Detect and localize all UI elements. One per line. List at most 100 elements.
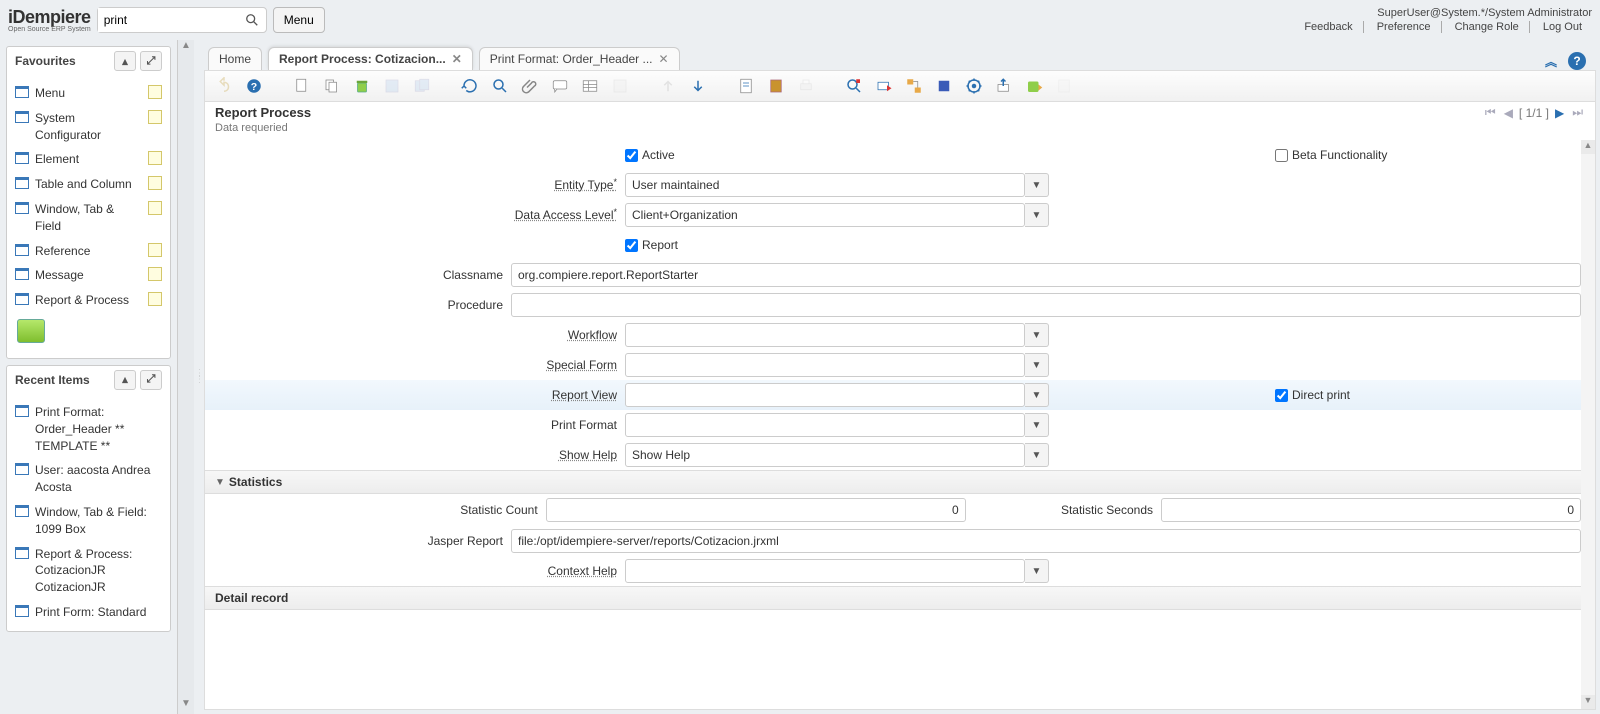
rec-item[interactable]: Print Format: Order_Header ** TEMPLATE *… xyxy=(15,400,162,458)
jr-label: Jasper Report xyxy=(205,534,511,548)
next-record-icon[interactable]: ▶ xyxy=(1553,106,1566,120)
chat-icon[interactable] xyxy=(549,75,571,97)
scroll-up-icon[interactable]: ▲ xyxy=(178,40,194,56)
active-checkbox[interactable]: Active xyxy=(625,148,675,162)
ch-input[interactable] xyxy=(625,559,1025,583)
request-icon[interactable] xyxy=(873,75,895,97)
dropdown-icon[interactable]: ▼ xyxy=(1025,383,1049,407)
rec-item[interactable]: Report & Process: CotizacionJR Cotizacio… xyxy=(15,542,162,600)
import-icon[interactable] xyxy=(1023,75,1045,97)
archive-icon[interactable] xyxy=(765,75,787,97)
entity-type-input[interactable] xyxy=(625,173,1025,197)
grid-icon[interactable] xyxy=(579,75,601,97)
tab-print-format[interactable]: Print Format: Order_Header ...✕ xyxy=(479,47,680,70)
workflow-icon[interactable] xyxy=(903,75,925,97)
detail-header[interactable]: Detail record xyxy=(205,586,1581,610)
dropdown-icon[interactable]: ▼ xyxy=(1025,559,1049,583)
dropdown-icon[interactable]: ▼ xyxy=(1025,323,1049,347)
favourites-title: Favourites xyxy=(15,54,76,68)
statistics-header[interactable]: ▼Statistics xyxy=(205,470,1581,494)
svg-text:?: ? xyxy=(251,81,257,93)
close-icon[interactable]: ✕ xyxy=(452,52,462,66)
search-button[interactable] xyxy=(238,8,266,32)
search-input[interactable] xyxy=(98,8,238,32)
dropdown-icon[interactable]: ▼ xyxy=(1025,173,1049,197)
first-record-icon[interactable]: ⏮ xyxy=(1483,105,1498,120)
help-button[interactable]: ? xyxy=(243,75,265,97)
fav-item-menu[interactable]: Menu xyxy=(15,81,162,106)
refresh-icon[interactable] xyxy=(459,75,481,97)
wf-input[interactable] xyxy=(625,323,1025,347)
link-change-role[interactable]: Change Role xyxy=(1445,21,1530,33)
attach-icon[interactable] xyxy=(519,75,541,97)
dropdown-icon[interactable]: ▼ xyxy=(1025,443,1049,467)
dropdown-icon[interactable]: ▼ xyxy=(1025,353,1049,377)
copy-icon[interactable] xyxy=(321,75,343,97)
fav-item-wtf[interactable]: Window, Tab & Field xyxy=(15,197,162,239)
menu-button[interactable]: Menu xyxy=(273,7,325,33)
class-input[interactable] xyxy=(511,263,1581,287)
dp-input[interactable] xyxy=(1275,389,1288,402)
sf-input[interactable] xyxy=(625,353,1025,377)
prev-record-icon[interactable]: ◀ xyxy=(1502,106,1515,120)
scroll-up-icon[interactable]: ▲ xyxy=(1581,140,1595,154)
fav-item-tablecol[interactable]: Table and Column xyxy=(15,172,162,197)
tab-report-process[interactable]: Report Process: Cotizacion...✕ xyxy=(268,47,473,70)
link-preference[interactable]: Preference xyxy=(1367,21,1442,33)
dp-checkbox[interactable]: Direct print xyxy=(1275,388,1350,402)
beta-input[interactable] xyxy=(1275,149,1288,162)
rec-collapse-button[interactable]: ▴ xyxy=(114,370,136,390)
delete-icon[interactable] xyxy=(351,75,373,97)
trash-icon[interactable] xyxy=(17,319,45,343)
help-icon[interactable]: ? xyxy=(1568,52,1586,70)
dropdown-icon[interactable]: ▼ xyxy=(1025,203,1049,227)
close-icon[interactable]: ✕ xyxy=(659,52,669,66)
logo-sub: Open Source ERP System xyxy=(8,26,91,33)
last-record-icon[interactable]: ⏭ xyxy=(1570,105,1585,120)
scroll-down-icon[interactable]: ▼ xyxy=(178,698,194,714)
proc-input[interactable] xyxy=(511,293,1581,317)
rec-item[interactable]: Window, Tab & Field: 1099 Box xyxy=(15,500,162,542)
active-input[interactable] xyxy=(625,149,638,162)
collapse-all-icon[interactable]: ︽ xyxy=(1542,52,1560,70)
left-scrollbar[interactable]: ▲ ▼ xyxy=(178,40,194,714)
link-feedback[interactable]: Feedback xyxy=(1294,21,1363,33)
form-scrollbar[interactable]: ▲ ▼ xyxy=(1581,140,1595,709)
fav-collapse-button[interactable]: ▴ xyxy=(114,51,136,71)
fav-item-report[interactable]: Report & Process xyxy=(15,288,162,313)
fav-item-message[interactable]: Message xyxy=(15,263,162,288)
wf-label: Workflow xyxy=(205,328,625,342)
report-input[interactable] xyxy=(625,239,638,252)
report-checkbox[interactable]: Report xyxy=(625,238,678,252)
sh-input[interactable] xyxy=(625,443,1025,467)
process-icon[interactable] xyxy=(963,75,985,97)
rec-item[interactable]: User: aacosta Andrea Acosta xyxy=(15,458,162,500)
rec-expand-button[interactable]: ⤢ xyxy=(140,370,162,390)
window-icon xyxy=(15,547,29,559)
product-icon[interactable] xyxy=(933,75,955,97)
report-icon[interactable] xyxy=(735,75,757,97)
fav-item-element[interactable]: Element xyxy=(15,147,162,172)
pf-input[interactable] xyxy=(625,413,1025,437)
jr-input[interactable] xyxy=(511,529,1581,553)
detail-icon[interactable] xyxy=(687,75,709,97)
export-icon[interactable] xyxy=(993,75,1015,97)
form-scroll[interactable]: Active Beta Functionality Entity Type ▼ … xyxy=(205,140,1595,709)
note-icon xyxy=(148,267,162,281)
fav-item-reference[interactable]: Reference xyxy=(15,239,162,264)
note-icon xyxy=(148,176,162,190)
beta-checkbox[interactable]: Beta Functionality xyxy=(1275,148,1387,162)
link-logout[interactable]: Log Out xyxy=(1533,21,1592,33)
scroll-down-icon[interactable]: ▼ xyxy=(1581,695,1595,709)
zoom-icon[interactable] xyxy=(843,75,865,97)
favourites-panel: Favourites ▴ ⤢ Menu System Configurator … xyxy=(6,46,171,359)
dal-input[interactable] xyxy=(625,203,1025,227)
tab-home[interactable]: Home xyxy=(208,47,262,70)
fav-item-sysconf[interactable]: System Configurator xyxy=(15,106,162,148)
rv-input[interactable] xyxy=(625,383,1025,407)
dropdown-icon[interactable]: ▼ xyxy=(1025,413,1049,437)
new-icon[interactable] xyxy=(291,75,313,97)
fav-expand-button[interactable]: ⤢ xyxy=(140,51,162,71)
find-icon[interactable] xyxy=(489,75,511,97)
rec-item[interactable]: Print Form: Standard xyxy=(15,600,162,625)
